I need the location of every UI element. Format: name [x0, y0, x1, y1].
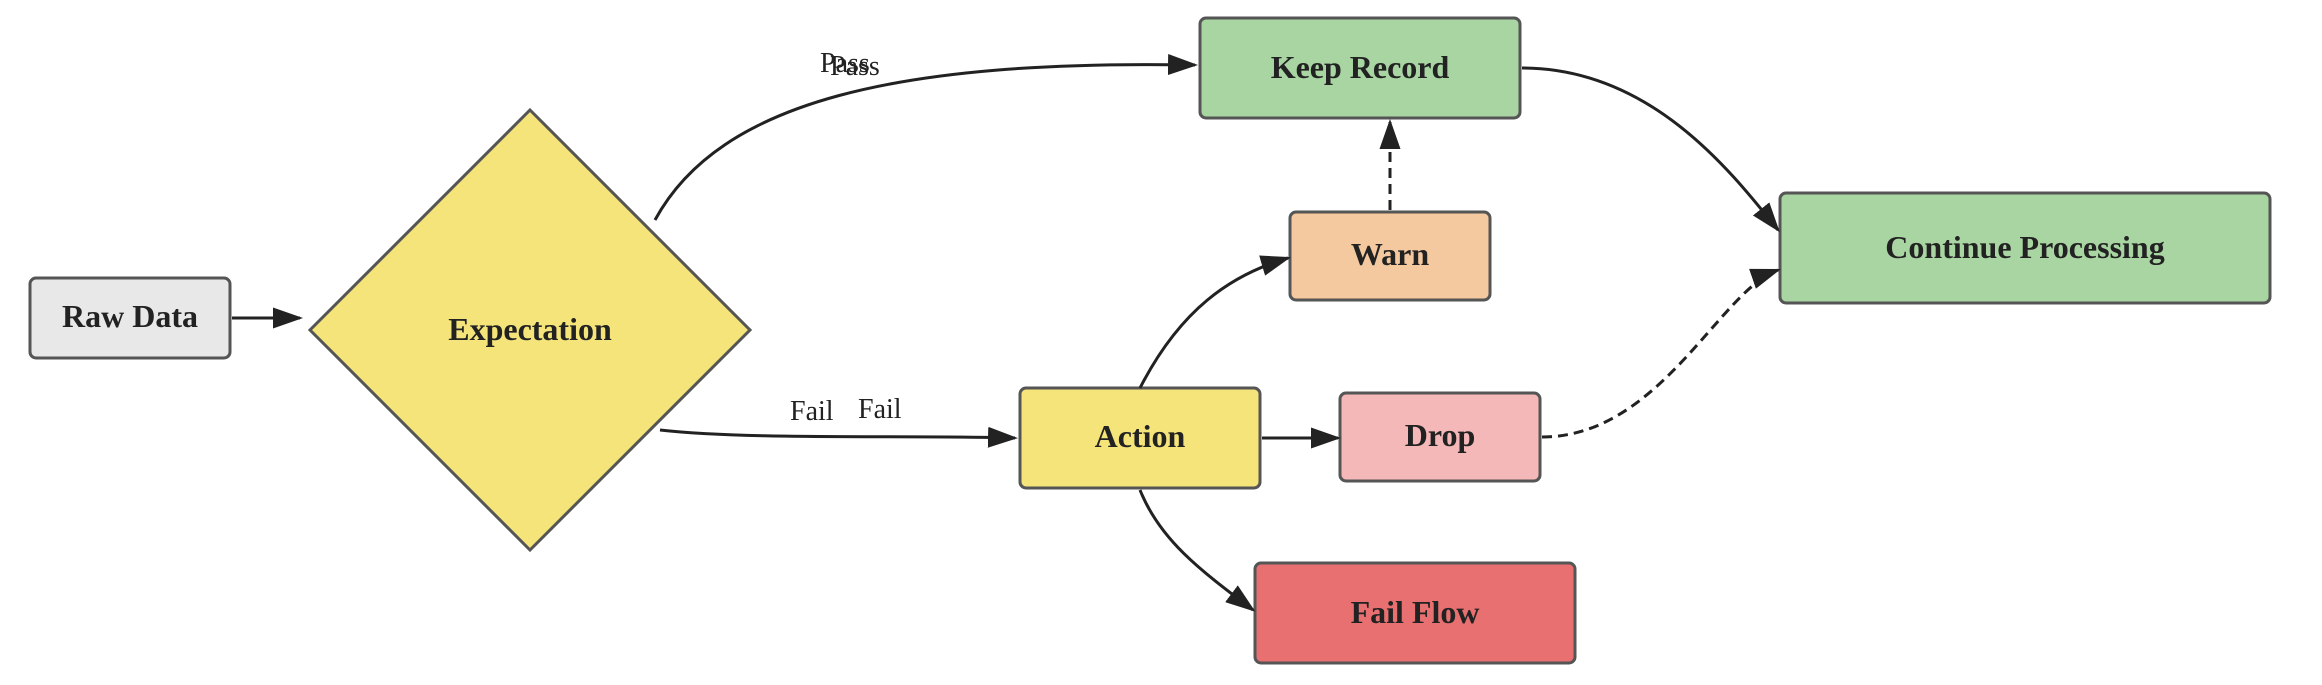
edge-action-failflow	[1140, 490, 1253, 610]
continue-processing-node: Continue Processing	[1780, 193, 2270, 303]
edge-action-warn	[1140, 258, 1288, 388]
raw-data-label: Raw Data	[62, 298, 198, 334]
continue-processing-label: Continue Processing	[1885, 229, 2164, 265]
raw-data-node: Raw Data	[30, 278, 230, 358]
edge-exp-pass	[655, 65, 1195, 220]
keep-record-node: Keep Record	[1200, 18, 1520, 118]
pass-text: Pass	[820, 48, 870, 79]
fail-flow-node: Fail Flow	[1255, 563, 1575, 663]
fail-flow-label: Fail Flow	[1351, 594, 1480, 630]
action-label: Action	[1095, 418, 1186, 454]
fail-text: Fail	[858, 394, 902, 425]
drop-label: Drop	[1405, 417, 1476, 453]
keep-record-label: Keep Record	[1271, 49, 1450, 85]
expectation-label: Expectation	[448, 311, 612, 347]
edge-keeprecord-continue	[1522, 68, 1778, 230]
edge-drop-continue	[1542, 270, 1778, 437]
edge-exp-fail	[660, 430, 1015, 438]
action-node: Action	[1020, 388, 1260, 488]
drop-node: Drop	[1340, 393, 1540, 481]
warn-node: Warn	[1290, 212, 1490, 300]
edge-fail-label: Fail	[790, 396, 834, 427]
expectation-node: Expectation	[310, 110, 750, 550]
warn-label: Warn	[1351, 236, 1429, 272]
